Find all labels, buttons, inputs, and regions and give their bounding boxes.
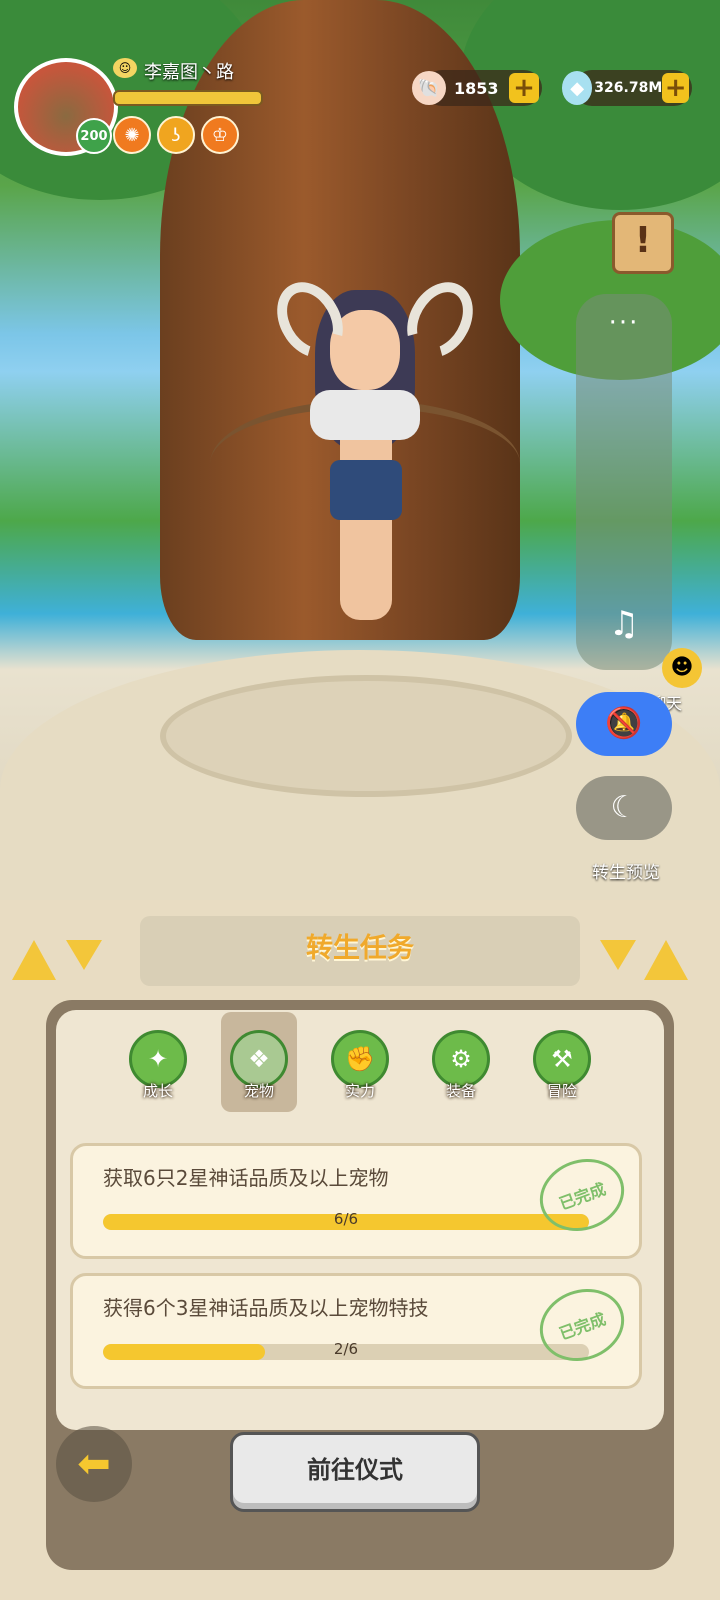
quest-scroll-button[interactable]: ! <box>612 212 674 274</box>
mute-bell-button[interactable]: 🔕 <box>576 692 672 756</box>
go-to-ritual-button[interactable]: 前往仪式 <box>230 1432 480 1512</box>
flame-badge-icon[interactable]: ✺ <box>113 116 151 154</box>
music-off-icon[interactable]: ♫ <box>576 604 672 644</box>
left-deco-arrow-icon <box>12 940 56 980</box>
right-deco-arrow-icon <box>644 940 688 980</box>
add-crystal-button[interactable]: + <box>662 73 689 103</box>
crystal-amount: 326.78M <box>594 80 663 96</box>
shell-amount: 1853 <box>454 78 499 98</box>
crystal-icon: ◆ <box>562 71 593 105</box>
shell-icon: 🐚 <box>412 71 446 105</box>
back-arrow-button[interactable]: ⬅ <box>56 1426 132 1502</box>
tab-adventure[interactable]: ⚒ 冒险 <box>524 1012 600 1112</box>
more-options-icon[interactable]: ··· <box>576 308 672 338</box>
panel-title: 转生任务 <box>140 916 580 986</box>
chat-icon[interactable]: ☻ <box>662 648 702 688</box>
right-deco-arrow-icon <box>600 940 636 970</box>
task-progress-text: 6/6 <box>333 1210 359 1228</box>
experience-bar <box>113 90 263 106</box>
task-title: 获得6个3星神话品质及以上宠物特技 <box>103 1296 429 1320</box>
tab-label: 冒险 <box>546 1082 577 1100</box>
tab-strength[interactable]: ✊ 实力 <box>322 1012 398 1112</box>
tab-label: 装备 <box>445 1082 476 1100</box>
task-card: 获得6个3星神话品质及以上宠物特技 2/6 已完成 <box>70 1273 642 1389</box>
player-level-badge: 200 <box>76 118 112 154</box>
swirl-badge-icon[interactable]: ʖ <box>157 116 195 154</box>
smiley-icon: ☺ <box>113 58 137 78</box>
tab-label: 实力 <box>344 1082 375 1100</box>
player-character[interactable] <box>210 250 520 720</box>
tab-pet[interactable]: ❖ 宠物 <box>221 1012 297 1112</box>
tab-growth[interactable]: ✦ 成长 <box>120 1012 196 1112</box>
category-tabs: ✦ 成长 ❖ 宠物 ✊ 实力 ⚙ 装备 ⚒ 冒险 <box>120 1012 600 1112</box>
left-deco-arrow-icon <box>66 940 102 970</box>
crest-badge-icon[interactable]: ♔ <box>201 116 239 154</box>
player-name: 李嘉图丶路 <box>144 62 234 83</box>
task-progress-text: 2/6 <box>333 1340 359 1358</box>
add-shell-button[interactable]: + <box>509 73 539 103</box>
floating-toolbar: ··· ♫ <box>576 294 672 670</box>
tab-equipment[interactable]: ⚙ 装备 <box>423 1012 499 1112</box>
task-title: 获取6只2星神话品质及以上宠物 <box>103 1166 389 1190</box>
task-card: 获取6只2星神话品质及以上宠物 6/6 已完成 <box>70 1143 642 1259</box>
shell-currency: 🐚 1853 + <box>412 70 542 106</box>
tab-label: 宠物 <box>243 1082 274 1100</box>
rebirth-preview-label[interactable]: 转生预览 <box>592 858 660 883</box>
night-mode-button[interactable]: ☾ <box>576 776 672 840</box>
tab-label: 成长 <box>142 1082 173 1100</box>
crystal-currency: ◆ 326.78M + <box>562 70 692 106</box>
